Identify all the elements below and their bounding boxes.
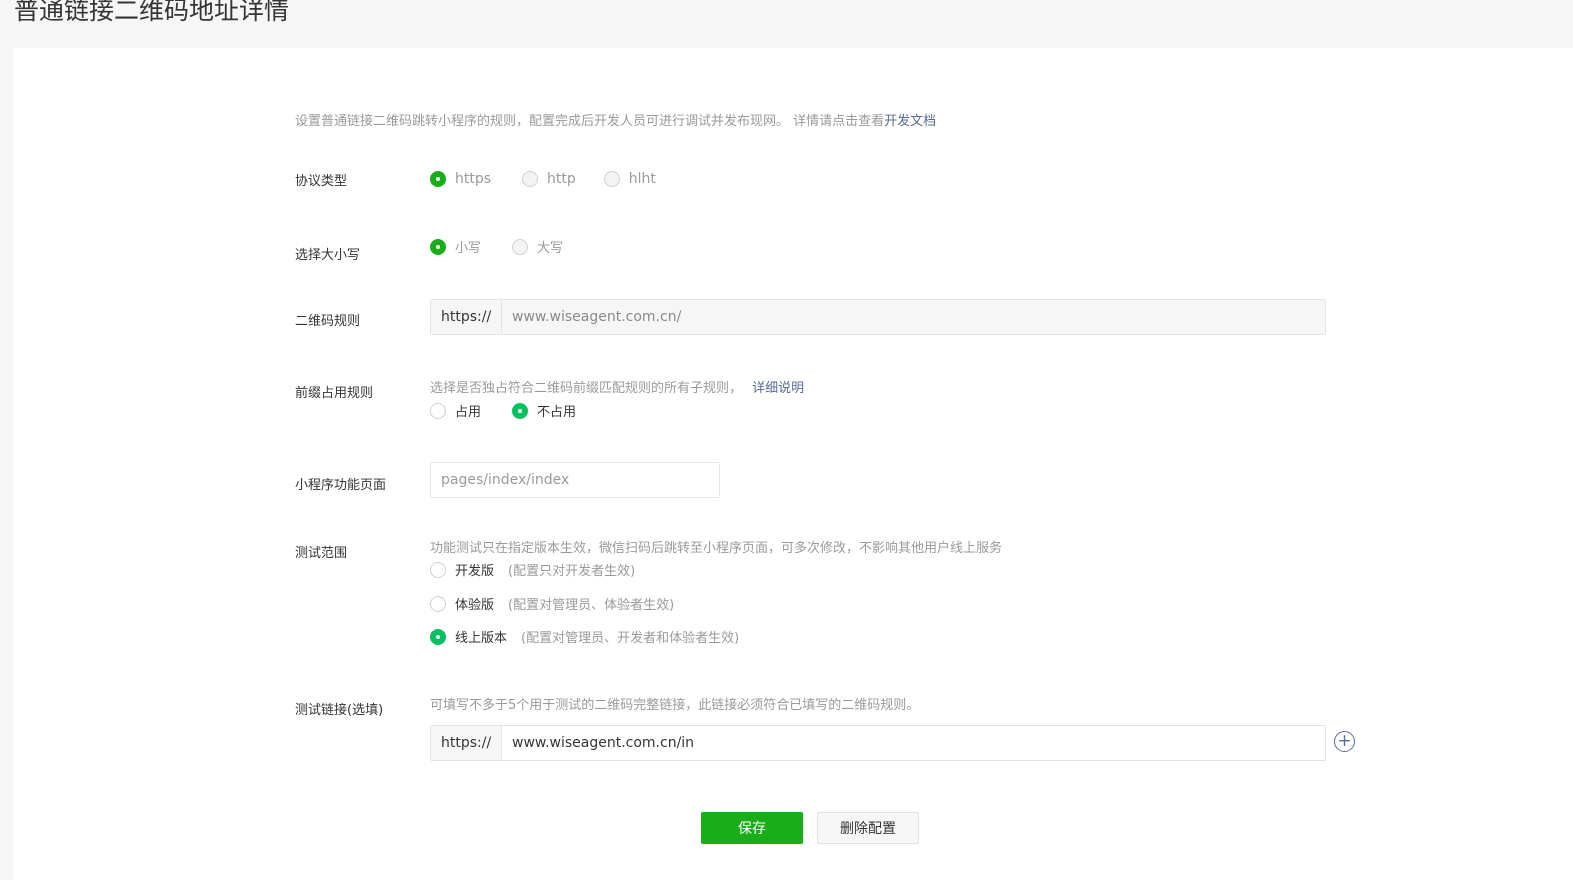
test-link-input[interactable]: www.wiseagent.com.cn/in xyxy=(502,726,1325,760)
protocol-option-https[interactable]: https xyxy=(430,171,491,187)
prefix-option-not-occupy[interactable]: 不占用 xyxy=(512,401,576,420)
protocol-radio-group: https http hlht xyxy=(430,171,687,187)
protocol-option-http[interactable]: http xyxy=(522,171,576,187)
test-link-label: 测试链接(选填) xyxy=(295,703,384,718)
dev-docs-link[interactable]: 开发文档 xyxy=(884,114,936,129)
description: 设置普通链接二维码跳转小程序的规则，配置完成后开发人员可进行调试并发布现网。 详… xyxy=(295,110,936,129)
qr-rule-input: www.wiseagent.com.cn/ xyxy=(502,300,1325,334)
prefix-rule-radio-group: 占用 不占用 xyxy=(430,401,607,420)
radio-checked-icon[interactable] xyxy=(512,402,529,419)
prefix-option-occupy[interactable]: 占用 xyxy=(430,401,481,420)
test-scope-label: 测试范围 xyxy=(295,546,348,561)
protocol-option-hlht[interactable]: hlht xyxy=(603,171,656,187)
qr-rule-input-group: https:// www.wiseagent.com.cn/ xyxy=(430,299,1326,335)
scope-option-name: 体验版 xyxy=(455,598,495,613)
radio-checked-icon[interactable] xyxy=(430,628,446,645)
radio-unchecked-icon[interactable] xyxy=(430,402,446,419)
test-link-hint: 可填写不多于5个用于测试的二维码完整链接，此链接必须符合已填写的二维码规则。 xyxy=(430,698,920,713)
radio-checked-icon[interactable] xyxy=(430,171,446,187)
radio-unchecked-icon[interactable] xyxy=(603,171,620,187)
delete-config-button[interactable]: 删除配置 xyxy=(817,812,919,844)
qr-rule-label: 二维码规则 xyxy=(295,314,361,329)
scope-option-name: 线上版本 xyxy=(455,631,508,646)
case-option-label: 小写 xyxy=(455,241,482,256)
prefix-option-label: 占用 xyxy=(455,405,482,420)
prefix-rule-label: 前缀占用规则 xyxy=(295,386,374,401)
protocol-option-label: http xyxy=(547,171,576,187)
page-path-input[interactable]: pages/index/index xyxy=(431,463,719,497)
description-text: 设置普通链接二维码跳转小程序的规则，配置完成后开发人员可进行调试并发布现网。 详… xyxy=(295,114,885,129)
test-scope-hint: 功能测试只在指定版本生效，微信扫码后跳转至小程序页面，可多次修改，不影响其他用户… xyxy=(430,541,1003,556)
page-title: 普通链接二维码地址详情 xyxy=(14,0,290,25)
case-option-upper[interactable]: 大写 xyxy=(512,237,563,256)
page-path-input-group: pages/index/index xyxy=(430,462,720,498)
save-button[interactable]: 保存 xyxy=(701,812,803,844)
protocol-option-label: https xyxy=(455,171,492,187)
detail-link[interactable]: 详细说明 xyxy=(752,381,804,396)
test-link-input-group: https:// www.wiseagent.com.cn/in xyxy=(430,725,1326,761)
radio-unchecked-icon[interactable] xyxy=(430,561,446,578)
prefix-option-label: 不占用 xyxy=(537,405,577,420)
scope-option-note: (配置只对开发者生效) xyxy=(508,564,636,579)
config-panel: 设置普通链接二维码跳转小程序的规则，配置完成后开发人员可进行调试并发布现网。 详… xyxy=(13,48,1573,880)
scope-option-name: 开发版 xyxy=(455,564,495,579)
prefix-rule-hint-text: 选择是否独占符合二维码前缀匹配规则的所有子规则， xyxy=(430,381,743,396)
radio-unchecked-icon[interactable] xyxy=(430,595,446,612)
protocol-option-label: hlht xyxy=(628,171,656,187)
scope-option-dev[interactable]: 开发版 (配置只对开发者生效) xyxy=(430,560,635,579)
scope-option-online[interactable]: 线上版本 (配置对管理员、开发者和体验者生效) xyxy=(430,627,739,646)
scope-option-note: (配置对管理员、开发者和体验者生效) xyxy=(521,631,740,646)
radio-unchecked-icon[interactable] xyxy=(512,238,529,255)
case-option-lower[interactable]: 小写 xyxy=(430,237,481,256)
page-path-label: 小程序功能页面 xyxy=(295,478,387,493)
scope-option-note: (配置对管理员、体验者生效) xyxy=(508,598,675,613)
scope-option-trial[interactable]: 体验版 (配置对管理员、体验者生效) xyxy=(430,594,674,613)
case-option-label: 大写 xyxy=(537,241,564,256)
radio-unchecked-icon[interactable] xyxy=(522,171,539,187)
page-path-placeholder: pages/index/index xyxy=(441,472,570,488)
prefix-rule-hint: 选择是否独占符合二维码前缀匹配规则的所有子规则， 详细说明 xyxy=(430,377,804,396)
protocol-label: 协议类型 xyxy=(295,174,348,189)
case-radio-group: 小写 大写 xyxy=(430,237,594,256)
case-label: 选择大小写 xyxy=(295,248,361,263)
test-link-prefix: https:// xyxy=(431,726,502,760)
radio-checked-icon[interactable] xyxy=(430,238,446,255)
qr-rule-prefix: https:// xyxy=(431,300,502,334)
plus-circle-icon[interactable]: + xyxy=(1334,731,1355,752)
